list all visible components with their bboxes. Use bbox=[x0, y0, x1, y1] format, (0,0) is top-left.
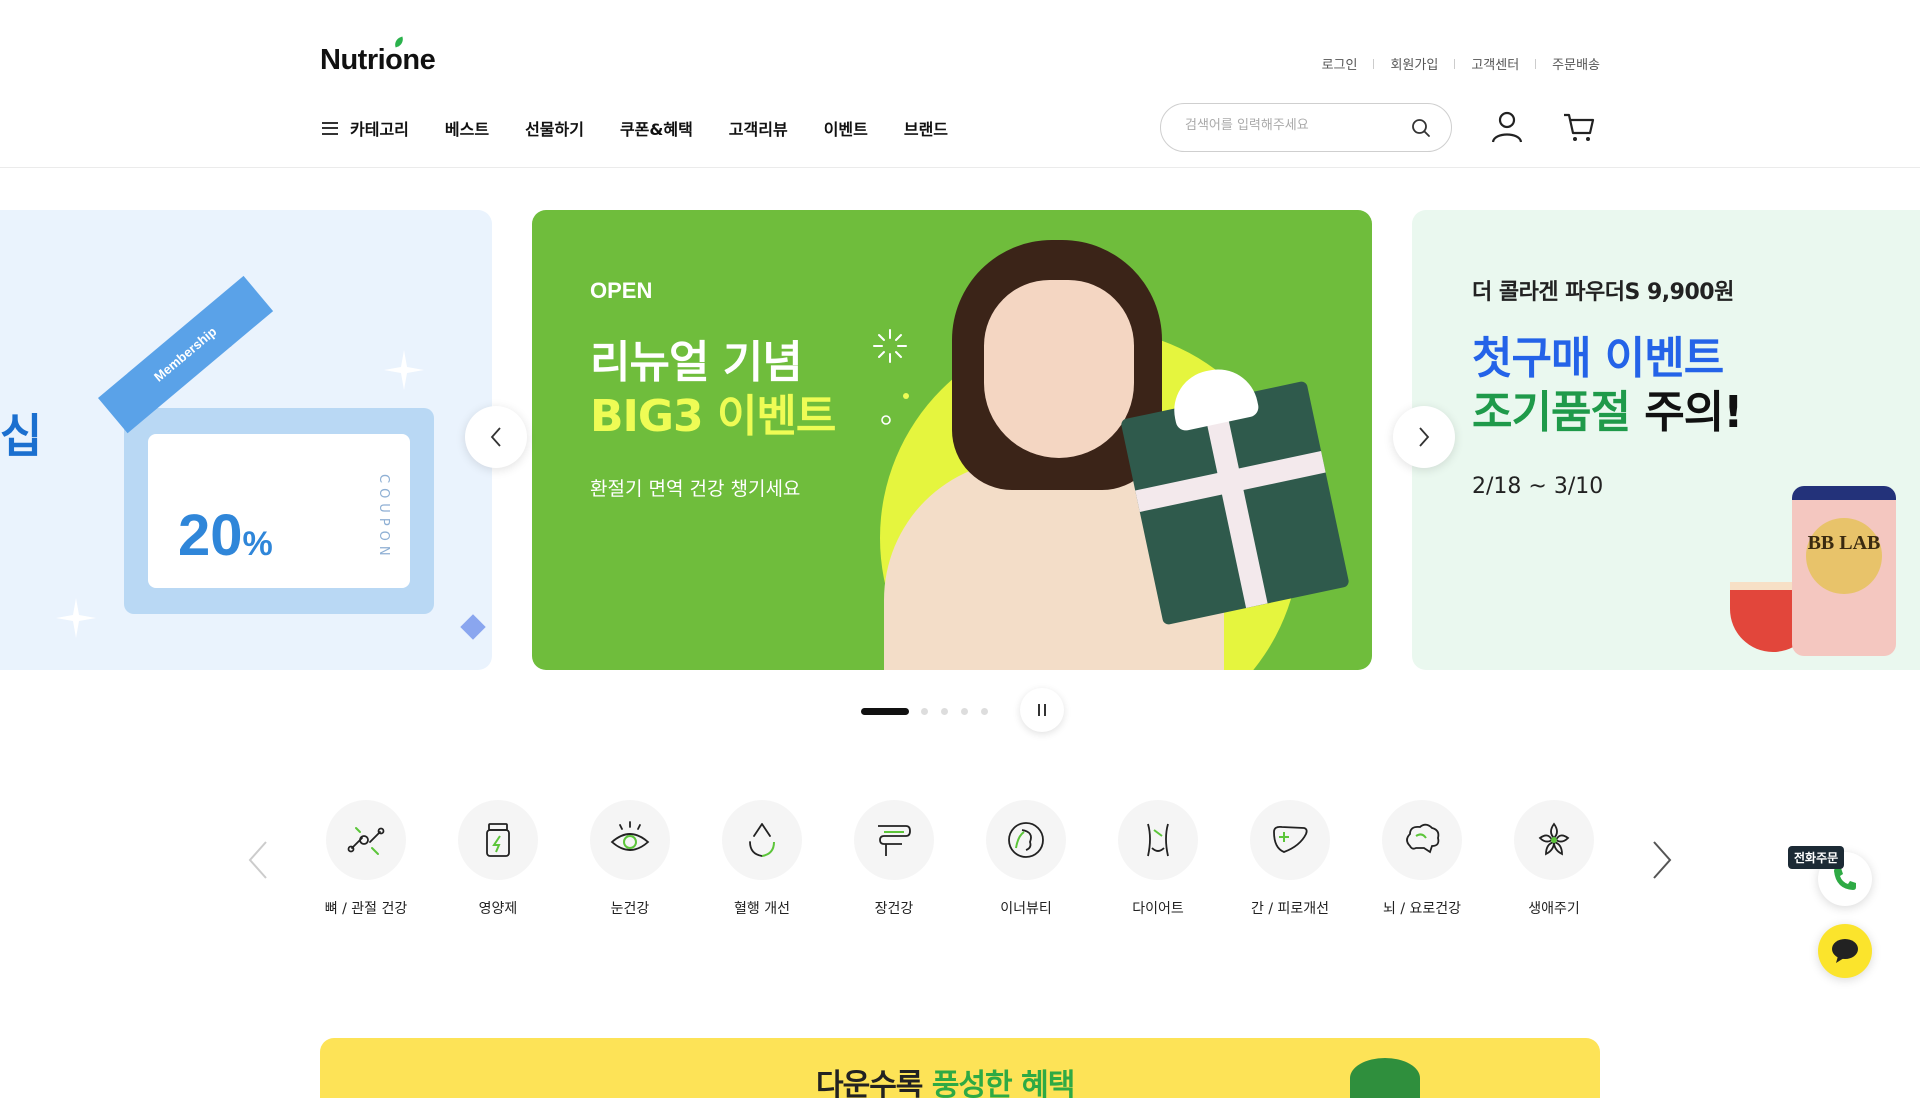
waist-icon bbox=[1147, 823, 1169, 857]
banner-prev-button[interactable] bbox=[465, 406, 527, 468]
category-lifecycle[interactable]: 생애주기 bbox=[1488, 800, 1620, 918]
intestine-icon bbox=[878, 825, 911, 856]
signup-link[interactable]: 회원가입 bbox=[1390, 54, 1438, 73]
category-list: 뼈 / 관절 건강 영양제 눈건강 혈행 개선 장건강 이너뷰티 다이어트 간 … bbox=[300, 800, 1630, 930]
nav-event[interactable]: 이벤트 bbox=[824, 116, 868, 140]
customer-center-link[interactable]: 고객센터 bbox=[1471, 54, 1519, 73]
category-inner-beauty[interactable]: 이너뷰티 bbox=[960, 800, 1092, 918]
supplement-bottle-icon bbox=[486, 823, 510, 857]
nav-gift[interactable]: 선물하기 bbox=[525, 116, 584, 140]
main-nav: 카테고리 베스트 선물하기 쿠폰&혜택 고객리뷰 이벤트 브랜드 bbox=[322, 116, 984, 140]
promo-deco-image bbox=[1350, 1058, 1420, 1098]
pagination-dot[interactable] bbox=[981, 708, 988, 715]
divider bbox=[1454, 58, 1456, 69]
search-input[interactable] bbox=[1185, 118, 1395, 133]
banner-right-line1: 더 콜라겐 파우더S 9,900원 bbox=[1472, 280, 1734, 305]
banner-slide-collagen[interactable]: 더 콜라겐 파우더S 9,900원 첫구매 이벤트 조기품절 주의! 2/18 … bbox=[1412, 210, 1920, 670]
banner-slide-membership[interactable]: 십 20% COUPON Membership bbox=[0, 210, 492, 670]
cart-icon[interactable] bbox=[1562, 110, 1596, 144]
promo-title: 다운수록 풍성한 혜택 bbox=[816, 1068, 1075, 1098]
phone-order-label: 전화주문 bbox=[1788, 846, 1845, 869]
divider bbox=[1535, 58, 1537, 69]
pagination-dot-active[interactable] bbox=[861, 708, 909, 715]
product-can-image: BB LAB bbox=[1792, 486, 1896, 656]
banner-title-line2: BIG3 이벤트 bbox=[590, 391, 836, 442]
gem-deco-icon bbox=[460, 614, 486, 640]
slide-edge-text: 십 bbox=[0, 409, 43, 463]
pagination-dot[interactable] bbox=[941, 708, 948, 715]
lifecycle-flower-icon bbox=[1538, 822, 1570, 856]
chevron-right-icon bbox=[1419, 427, 1430, 447]
nav-best[interactable]: 베스트 bbox=[445, 116, 489, 140]
divider bbox=[1373, 58, 1375, 69]
product-label: BB LAB bbox=[1806, 518, 1882, 594]
banner-subtitle: 환절기 면역 건강 챙기세요 bbox=[590, 478, 801, 500]
nav-category[interactable]: 카테고리 bbox=[350, 116, 409, 140]
category-diet[interactable]: 다이어트 bbox=[1092, 800, 1224, 918]
site-header: Nutrione 로그인 회원가입 고객센터 주문배송 카테고리 베스트 선물하… bbox=[0, 0, 1920, 168]
eye-icon bbox=[610, 821, 650, 851]
bone-joint-icon bbox=[347, 827, 385, 855]
dot-deco-icon bbox=[881, 393, 909, 425]
chevron-left-icon bbox=[490, 427, 501, 447]
banner-right-date: 2/18 ~ 3/10 bbox=[1472, 474, 1604, 499]
kakao-chat-button[interactable] bbox=[1818, 924, 1872, 978]
chat-bubble-icon bbox=[1832, 939, 1858, 963]
circulation-icon bbox=[749, 823, 775, 857]
hamburger-menu-icon[interactable] bbox=[322, 121, 338, 135]
face-beauty-icon bbox=[1008, 822, 1044, 858]
category-eye[interactable]: 눈건강 bbox=[564, 800, 696, 918]
category-next-arrow[interactable] bbox=[1646, 838, 1676, 882]
sparkle-icon bbox=[56, 598, 96, 638]
banner-next-button[interactable] bbox=[1393, 406, 1455, 468]
burst-icon bbox=[873, 329, 907, 363]
phone-icon bbox=[1834, 868, 1856, 890]
utility-links: 로그인 회원가입 고객센터 주문배송 bbox=[1322, 54, 1600, 73]
promo-banner-bottom[interactable]: 다운수록 풍성한 혜택 bbox=[320, 1038, 1600, 1098]
pagination-dot[interactable] bbox=[961, 708, 968, 715]
category-liver[interactable]: 간 / 피로개선 bbox=[1224, 800, 1356, 918]
banner-pagination bbox=[861, 708, 1001, 715]
search-box bbox=[1160, 103, 1452, 152]
order-delivery-link[interactable]: 주문배송 bbox=[1552, 54, 1600, 73]
liver-icon bbox=[1273, 825, 1308, 853]
coupon-value: 20% bbox=[178, 503, 273, 568]
nav-review[interactable]: 고객리뷰 bbox=[729, 116, 788, 140]
model-face bbox=[984, 280, 1134, 458]
banner-right-line3: 조기품절 주의! bbox=[1472, 387, 1743, 438]
banner-tag: OPEN bbox=[590, 278, 653, 303]
coupon-label: COUPON bbox=[376, 474, 391, 561]
category-bone-joint[interactable]: 뼈 / 관절 건강 bbox=[300, 800, 432, 918]
category-supplement[interactable]: 영양제 bbox=[432, 800, 564, 918]
category-intestine[interactable]: 장건강 bbox=[828, 800, 960, 918]
brand-logo[interactable]: Nutrione bbox=[320, 36, 436, 77]
category-circulation[interactable]: 혈행 개선 bbox=[696, 800, 828, 918]
banner-slide-renewal[interactable]: OPEN 리뉴얼 기념 BIG3 이벤트 환절기 면역 건강 챙기세요 bbox=[532, 210, 1372, 670]
user-icon[interactable] bbox=[1490, 110, 1524, 144]
login-link[interactable]: 로그인 bbox=[1322, 54, 1358, 73]
category-prev-arrow[interactable] bbox=[244, 838, 274, 882]
pagination-dot[interactable] bbox=[921, 708, 928, 715]
brain-icon bbox=[1406, 823, 1440, 854]
nav-brand[interactable]: 브랜드 bbox=[904, 116, 948, 140]
search-icon[interactable] bbox=[1411, 118, 1431, 138]
sparkle-icon bbox=[384, 350, 424, 390]
category-brain[interactable]: 뇌 / 요로건강 bbox=[1356, 800, 1488, 918]
banner-pause-button[interactable] bbox=[1020, 688, 1064, 732]
nav-coupon[interactable]: 쿠폰&혜택 bbox=[620, 116, 693, 140]
coupon-card: 20% COUPON bbox=[124, 408, 434, 614]
